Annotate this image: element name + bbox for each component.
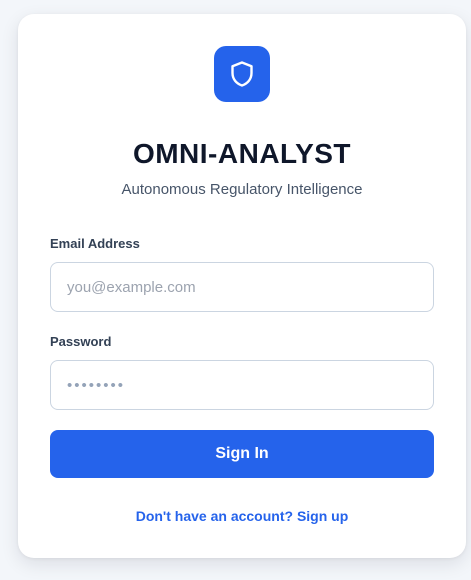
login-card: OMNI-ANALYST Autonomous Regulatory Intel… [18,14,466,558]
sign-in-button[interactable]: Sign In [50,430,434,478]
password-label: Password [50,334,112,349]
app-title: OMNI-ANALYST [132,138,352,169]
logo [214,46,270,102]
password-field[interactable] [50,360,434,410]
shield-icon [229,60,255,88]
email-label: Email Address [50,236,140,251]
sign-up-link[interactable]: Don't have an account? Sign up [18,506,466,526]
email-field[interactable] [50,262,434,312]
app-subtitle: Autonomous Regulatory Intelligence [121,181,363,198]
